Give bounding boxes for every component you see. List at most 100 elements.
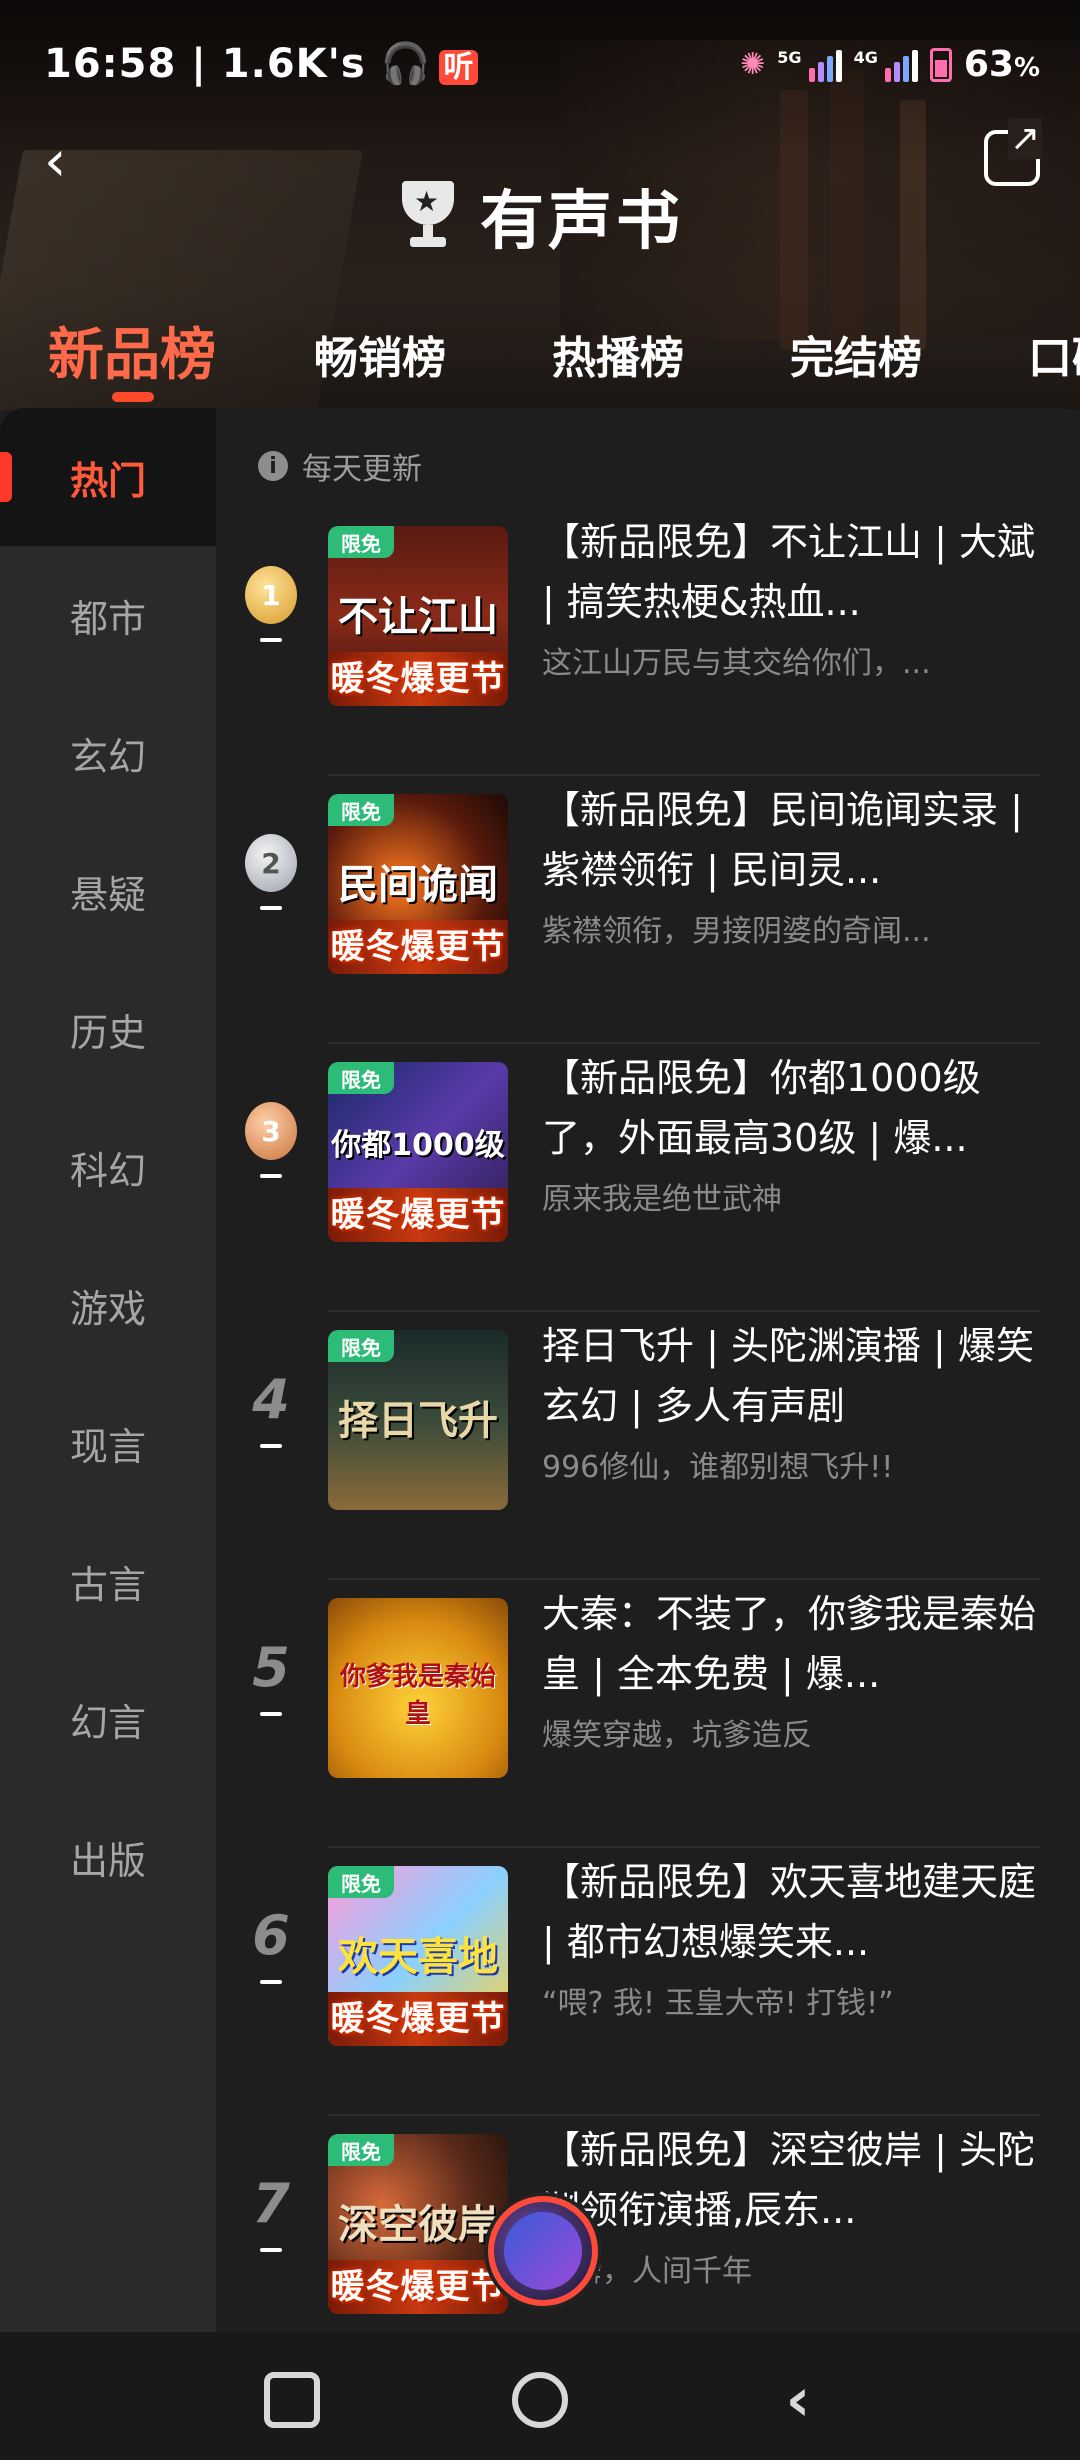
list-item[interactable]: 1 不让江山 暖冬爆更节 限免 【新品限免】不让江山 | 大斌 | 搞笑热梗&热… xyxy=(216,506,1080,774)
cover-title: 不让江山 xyxy=(338,594,498,640)
list-item[interactable]: 5 你爹我是秦始皇 大秦：不装了，你爹我是秦始皇 | 全本免费 | 爆... 爆… xyxy=(216,1578,1080,1846)
tab-indicator xyxy=(112,392,154,402)
divider xyxy=(328,774,1040,776)
sidebar-item-scifi[interactable]: 科幻 xyxy=(0,1098,216,1236)
sidebar-item-hot[interactable]: 热门 xyxy=(0,408,216,546)
update-note-text: 每天更新 xyxy=(302,452,422,487)
rank-indicator: 4 xyxy=(236,1370,306,1448)
sidebar-item-history[interactable]: 历史 xyxy=(0,960,216,1098)
rank-change-icon xyxy=(260,1444,282,1448)
rank-change-icon xyxy=(260,1980,282,1984)
cover-title: 你爹我是秦始皇 xyxy=(339,1662,496,1729)
sidebar-item-fantasy[interactable]: 玄幻 xyxy=(0,684,216,822)
sidebar-item-urban[interactable]: 都市 xyxy=(0,546,216,684)
ranking-tabs: 新品榜 畅销榜 热播榜 完结榜 口碑 xyxy=(0,310,1080,410)
free-badge: 限免 xyxy=(328,1330,394,1362)
tab-completed[interactable]: 完结榜 xyxy=(790,322,922,386)
rank-indicator: 6 xyxy=(236,1906,306,1984)
battery-icon xyxy=(929,47,952,82)
rank-number: 6 xyxy=(252,1904,290,1967)
top-app-bar: ‹ ★ 有声书 xyxy=(0,118,1080,259)
tab-new[interactable]: 新品榜 xyxy=(48,310,216,391)
rank-indicator: 3 xyxy=(236,1102,306,1178)
cover-band: 暖冬爆更节 xyxy=(328,920,508,974)
cover-title: 深空彼岸 xyxy=(338,2202,498,2248)
sidebar-item-game[interactable]: 游戏 xyxy=(0,1236,216,1374)
free-badge: 限免 xyxy=(328,1062,394,1094)
free-badge: 限免 xyxy=(328,1866,394,1898)
book-cover[interactable]: 你爹我是秦始皇 xyxy=(328,1598,508,1778)
mini-player[interactable] xyxy=(488,2196,598,2306)
rank-change-icon xyxy=(260,1712,282,1716)
recent-apps-button[interactable] xyxy=(264,2372,320,2428)
book-title: 【新品限免】深空彼岸 | 头陀渊领衔演播,辰东... xyxy=(542,2128,1035,2232)
list-item[interactable]: 3 你都1000级 暖冬爆更节 限免 【新品限免】你都1000级了，外面最高30… xyxy=(216,1042,1080,1310)
book-description: 一瞬，人间千年 xyxy=(542,2254,752,2289)
system-back-button[interactable]: ‹ xyxy=(770,2370,826,2430)
book-title: 【新品限免】欢天喜地建天庭 | 都市幻想爆笑来... xyxy=(542,1860,1037,1964)
book-cover[interactable]: 不让江山 暖冬爆更节 限免 xyxy=(328,526,508,706)
cover-band: 暖冬爆更节 xyxy=(328,652,508,706)
book-title: 大秦：不装了，你爹我是秦始皇 | 全本免费 | 爆... xyxy=(542,1592,1037,1696)
book-description: 原来我是绝世武神 xyxy=(542,1182,782,1217)
headphone-icon: 🎧 xyxy=(380,41,432,87)
ranking-panel: 热门 都市 玄幻 悬疑 历史 科幻 游戏 现言 古言 幻言 出版 i 每天更新 … xyxy=(0,408,1080,2332)
book-cover[interactable]: 深空彼岸 暖冬爆更节 限免 xyxy=(328,2134,508,2314)
book-cover[interactable]: 你都1000级 暖冬爆更节 限免 xyxy=(328,1062,508,1242)
list-item[interactable]: 6 欢天喜地 暖冬爆更节 限免 【新品限免】欢天喜地建天庭 | 都市幻想爆笑来.… xyxy=(216,1846,1080,2114)
book-description: 这江山万民与其交给你们，... xyxy=(542,646,931,681)
book-cover[interactable]: 欢天喜地 暖冬爆更节 限免 xyxy=(328,1866,508,2046)
sidebar-item-publishing[interactable]: 出版 xyxy=(0,1788,216,1926)
silver-medal-icon: 2 xyxy=(245,834,297,892)
divider xyxy=(328,1310,1040,1312)
divider xyxy=(328,1042,1040,1044)
rank-indicator: 2 xyxy=(236,834,306,910)
book-description: “喂? 我! 玉皇大帝! 打钱!” xyxy=(542,1986,894,2021)
book-title: 【新品限免】不让江山 | 大斌 | 搞笑热梗&热血... xyxy=(542,520,1035,624)
rank-change-icon xyxy=(260,638,282,642)
rank-change-icon xyxy=(260,906,282,910)
tab-hot-play[interactable]: 热播榜 xyxy=(552,322,684,386)
status-time: 16:58 | 1.6K's 🎧 听 xyxy=(44,40,479,87)
book-description: 紫襟领衔，男接阴婆的奇闻... xyxy=(542,914,931,949)
info-icon: i xyxy=(258,451,288,481)
tab-reputation[interactable]: 口碑 xyxy=(1028,322,1080,386)
cover-title: 你都1000级 xyxy=(331,1128,505,1163)
sidebar-item-ancient-romance[interactable]: 古言 xyxy=(0,1512,216,1650)
list-item[interactable]: 4 择日飞升 限免 择日飞升 | 头陀渊演播 | 爆笑玄幻 | 多人有声剧 99… xyxy=(216,1310,1080,1578)
wifi-icon: ✺ xyxy=(740,47,766,82)
home-button[interactable] xyxy=(512,2372,568,2428)
book-title: 【新品限免】民间诡闻实录 | 紫襟领衔 | 民间灵... xyxy=(542,788,1023,892)
divider xyxy=(328,2114,1040,2116)
update-note: i 每天更新 xyxy=(258,444,422,488)
book-description: 爆笑穿越，坑爹造反 xyxy=(542,1718,812,1753)
book-cover[interactable]: 择日飞升 限免 xyxy=(328,1330,508,1510)
cover-title: 欢天喜地 xyxy=(338,1934,498,1980)
tab-bestseller[interactable]: 畅销榜 xyxy=(314,322,446,386)
book-cover[interactable]: 民间诡闻 暖冬爆更节 限免 xyxy=(328,794,508,974)
list-item[interactable]: 2 民间诡闻 暖冬爆更节 限免 【新品限免】民间诡闻实录 | 紫襟领衔 | 民间… xyxy=(216,774,1080,1042)
book-title: 【新品限免】你都1000级了，外面最高30级 | 爆... xyxy=(542,1056,981,1160)
rank-number: 7 xyxy=(252,2172,290,2235)
signal-4g-icon: 4G xyxy=(854,48,918,82)
share-button[interactable] xyxy=(984,118,1042,186)
app-notification-icon: 听 xyxy=(439,50,479,85)
network-speed: 1.6K's xyxy=(221,41,366,87)
cover-band: 暖冬爆更节 xyxy=(328,1188,508,1242)
cover-band: 暖冬爆更节 xyxy=(328,1992,508,2046)
gold-medal-icon: 1 xyxy=(245,566,297,624)
rank-number: 4 xyxy=(252,1368,290,1431)
battery-level: 63% xyxy=(963,44,1040,85)
signal-5g-icon: 5G xyxy=(777,48,842,82)
rank-indicator: 5 xyxy=(236,1638,306,1716)
bronze-medal-icon: 3 xyxy=(245,1102,297,1160)
sidebar-item-mystery[interactable]: 悬疑 xyxy=(0,822,216,960)
list-item[interactable]: 7 深空彼岸 暖冬爆更节 限免 【新品限免】深空彼岸 | 头陀渊领衔演播,辰东.… xyxy=(216,2114,1080,2332)
rank-change-icon xyxy=(260,1174,282,1178)
page-title: 有声书 xyxy=(480,185,684,259)
cover-band: 暖冬爆更节 xyxy=(328,2260,508,2314)
rank-change-icon xyxy=(260,2248,282,2252)
sidebar-item-fantasy-romance[interactable]: 幻言 xyxy=(0,1650,216,1788)
sidebar-item-modern-romance[interactable]: 现言 xyxy=(0,1374,216,1512)
divider xyxy=(328,1846,1040,1848)
